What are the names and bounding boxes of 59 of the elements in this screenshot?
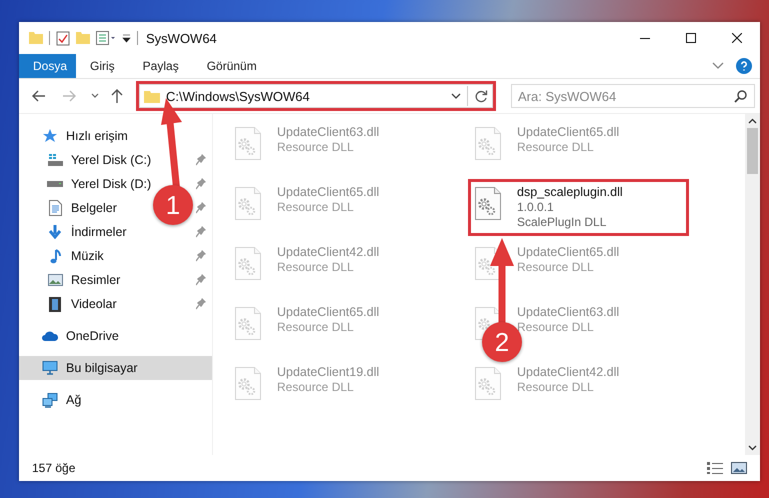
pin-icon[interactable] (196, 178, 206, 190)
forward-arrow-icon[interactable] (61, 88, 77, 104)
maximize-icon (686, 33, 696, 43)
sidebar-item[interactable]: OneDrive (19, 324, 123, 348)
pin-icon[interactable] (196, 274, 206, 286)
address-field[interactable]: C:\Windows\SysWOW64 (139, 84, 493, 108)
sidebar-item[interactable]: Yerel Disk (D:) (19, 172, 156, 196)
checklist-icon[interactable] (56, 30, 70, 46)
ribbon-tab[interactable]: Paylaş (128, 54, 193, 78)
sidebar-item[interactable]: Belgeler (19, 196, 121, 220)
ribbon-tab[interactable]: Giriş (76, 54, 129, 78)
large-icons-view-icon[interactable] (730, 461, 748, 475)
customize-dropdown-icon[interactable] (122, 34, 131, 42)
caret-icon[interactable] (451, 92, 461, 100)
pin-icon[interactable] (196, 202, 206, 214)
sidebar-item[interactable]: Videolar (19, 292, 121, 316)
music-note-icon (50, 248, 60, 264)
drive-icon (47, 181, 63, 187)
pin-icon[interactable] (196, 298, 206, 310)
chevron-down-icon[interactable] (748, 445, 757, 451)
drive-icon (47, 154, 63, 166)
pin-icon[interactable] (196, 154, 206, 166)
file-item[interactable]: dsp_scaleplugin.dll 1.0.0.1 ScalePlugIn DLL (468, 179, 689, 236)
network-icon (42, 392, 58, 408)
search-icon[interactable] (734, 90, 747, 103)
sidebar-item[interactable]: İndirmeler (19, 220, 131, 244)
ribbon-tab[interactable]: Görünüm (192, 54, 271, 78)
scrollbar-thumb[interactable] (747, 128, 758, 174)
search-field[interactable]: Ara: SysWOW64 (511, 84, 755, 108)
film-icon (49, 296, 61, 312)
help-icon[interactable] (736, 58, 752, 74)
sidebar-item[interactable]: Hızlı erişim (19, 124, 132, 148)
gear-file-icon[interactable] (475, 187, 501, 220)
item-count: 157 öğe (32, 461, 76, 475)
sidebar-item[interactable]: Resimler (19, 268, 124, 292)
folder-icon (144, 89, 160, 103)
up-arrow-icon[interactable] (109, 88, 125, 104)
sidebar-item[interactable]: Bu bilgisayar (19, 356, 212, 380)
details-view-icon[interactable] (706, 461, 724, 475)
sidebar-item[interactable]: Müzik (19, 244, 108, 268)
cloud-icon (42, 331, 58, 341)
download-arrow-icon (48, 225, 62, 239)
picture-icon (48, 274, 62, 286)
pin-icon[interactable] (196, 250, 206, 262)
window-title: SysWOW64 (146, 30, 217, 46)
caret-icon[interactable] (91, 93, 99, 99)
scrollbar[interactable] (745, 114, 760, 455)
sidebar-item[interactable]: Ağ (19, 388, 86, 412)
chevron-up-icon[interactable] (748, 118, 757, 124)
refresh-icon[interactable] (474, 89, 488, 103)
ribbon-tab[interactable]: Dosya (19, 54, 76, 78)
star-icon (42, 128, 58, 144)
back-arrow-icon[interactable] (31, 88, 47, 104)
close-icon (732, 33, 742, 43)
document-icon (48, 200, 62, 216)
pin-icon[interactable] (196, 226, 206, 238)
properties-icon[interactable] (96, 31, 116, 45)
sidebar-item[interactable]: Yerel Disk (C:) (19, 148, 156, 172)
monitor-icon (42, 361, 58, 375)
